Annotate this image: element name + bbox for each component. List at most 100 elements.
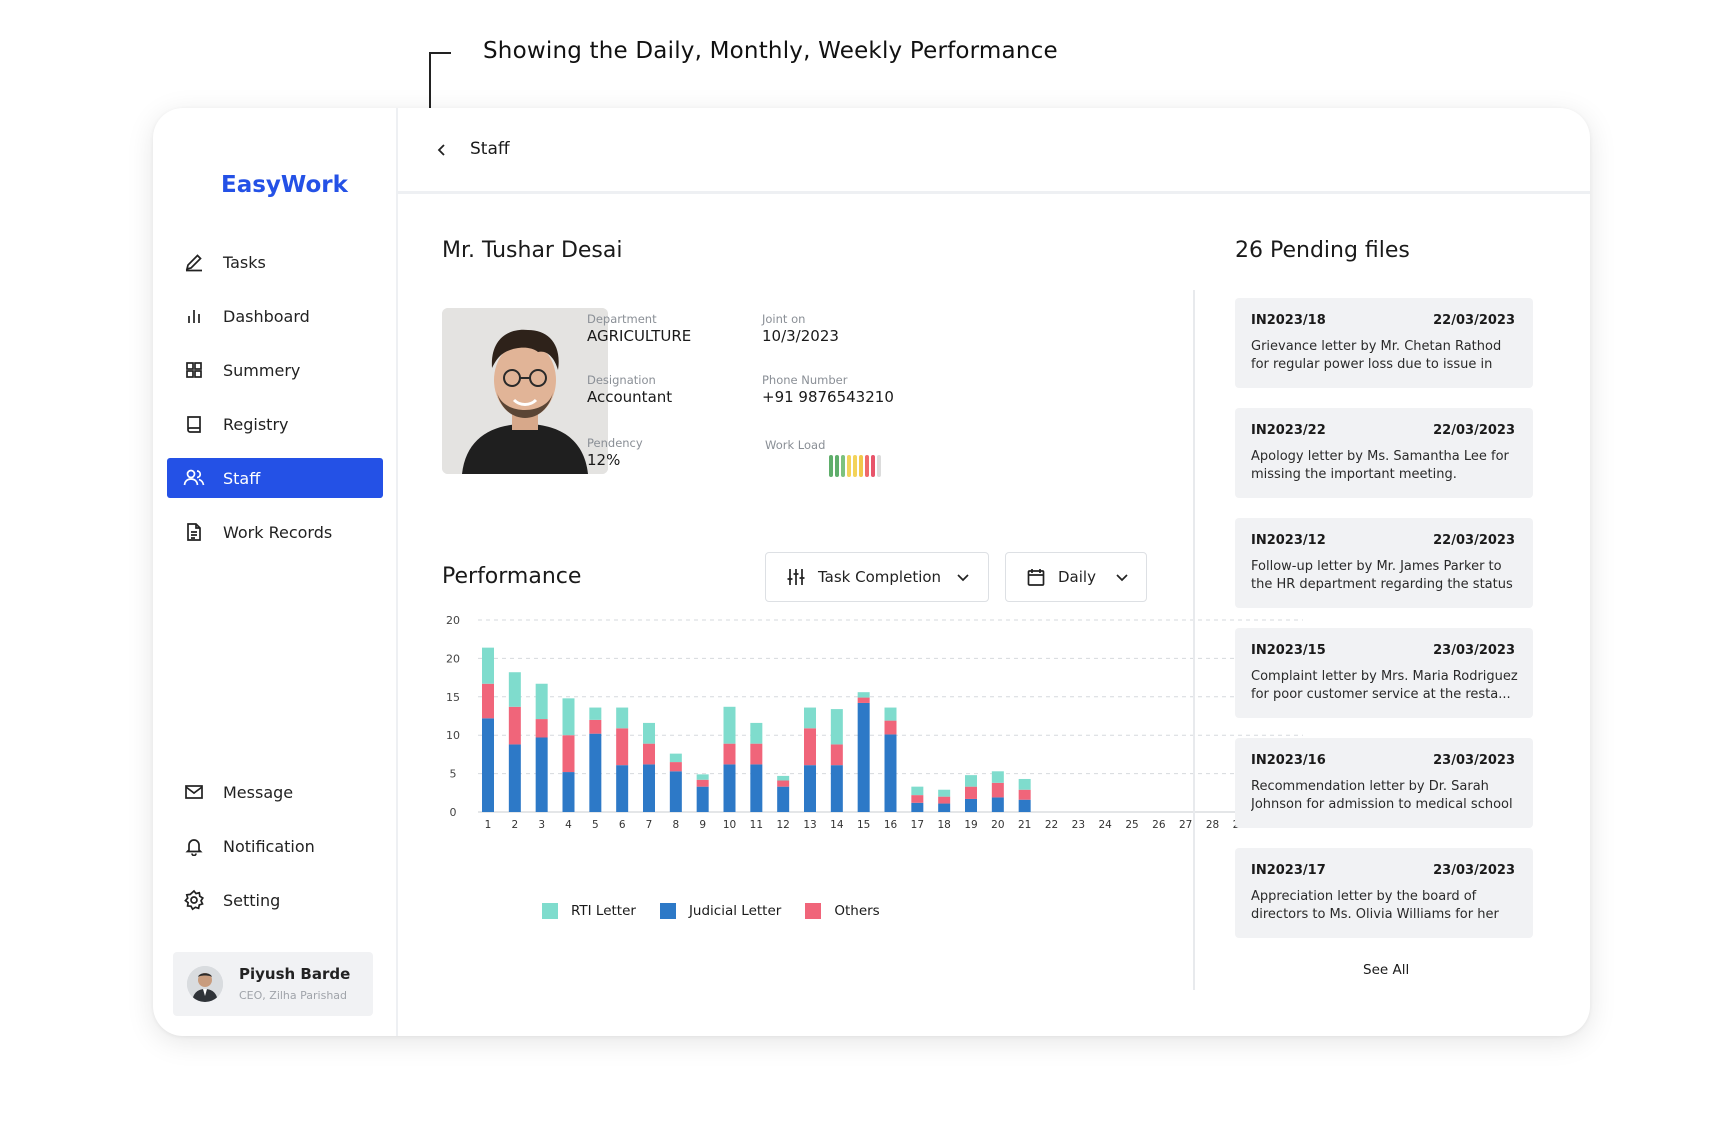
- users-icon: [183, 467, 205, 489]
- bar-segment-rti-letter: [965, 775, 977, 787]
- sidebar-item-staff[interactable]: Staff: [167, 458, 383, 498]
- period-dropdown-value: Daily: [1058, 568, 1096, 586]
- bar-segment-judicial-letter: [750, 764, 763, 812]
- x-tick-label: 27: [1179, 819, 1192, 831]
- bar-segment-judicial-letter: [965, 798, 977, 812]
- bar-segment-rti-letter: [777, 775, 790, 781]
- bar-segment-judicial-letter: [669, 771, 682, 812]
- department-value: AGRICULTURE: [587, 327, 692, 345]
- bar-segment-rti-letter: [482, 647, 494, 684]
- pending-file-card[interactable]: IN2023/17 23/03/2023 Appreciation letter…: [1235, 848, 1533, 938]
- file-description: Recommendation letter by Dr. Sarah Johns…: [1251, 779, 1513, 812]
- x-tick-label: 11: [750, 819, 763, 831]
- bar-segment-judicial-letter: [884, 734, 897, 812]
- legend-item-rti: RTI Letter: [542, 903, 636, 919]
- sidebar-item-registry[interactable]: Registry: [167, 404, 383, 444]
- sidebar-item-label: Dashboard: [223, 306, 310, 326]
- x-tick-label: 13: [803, 819, 816, 831]
- staff-name: Mr. Tushar Desai: [442, 238, 623, 263]
- pending-file-card[interactable]: IN2023/16 23/03/2023 Recommendation lett…: [1235, 738, 1533, 828]
- bar-segment-judicial-letter: [535, 737, 548, 812]
- file-date: 23/03/2023: [1433, 863, 1515, 878]
- app-logo[interactable]: EasyWork: [221, 172, 348, 198]
- sidebar-item-tasks[interactable]: Tasks: [167, 242, 383, 282]
- file-description: Follow-up letter by Mr. James Parker to …: [1251, 559, 1513, 592]
- user-name: Piyush Barde: [239, 965, 351, 983]
- bar-segment-judicial-letter: [508, 744, 521, 812]
- pending-file-card[interactable]: IN2023/22 22/03/2023 Apology letter by M…: [1235, 408, 1533, 498]
- legend-label-judicial: Judicial Letter: [688, 903, 782, 919]
- file-date: 23/03/2023: [1433, 753, 1515, 768]
- workload-segment: [847, 455, 851, 477]
- sidebar-item-label: Staff: [223, 468, 261, 488]
- file-description: Apology letter by Ms. Samantha Lee for m…: [1251, 449, 1509, 482]
- x-tick-label: 23: [1072, 819, 1085, 831]
- grid-icon: [183, 359, 205, 381]
- x-tick-label: 17: [911, 819, 924, 831]
- see-all-link[interactable]: See All: [1363, 962, 1409, 978]
- bar-segment-judicial-letter: [616, 765, 629, 812]
- pendency-value: 12%: [587, 451, 621, 469]
- bar-segment-judicial-letter: [1018, 799, 1031, 812]
- user-profile-card[interactable]: Piyush Barde CEO, Zilha Parishad: [173, 952, 373, 1016]
- bar-segment-judicial-letter: [777, 786, 790, 812]
- bar-segment-others: [965, 786, 977, 799]
- bar-segment-others: [562, 735, 575, 773]
- x-tick-label: 5: [592, 819, 599, 831]
- sidebar-item-label: Work Records: [223, 522, 333, 542]
- x-tick-label: 1: [485, 819, 492, 831]
- bar-segment-others: [723, 743, 736, 765]
- x-tick-label: 6: [619, 819, 626, 831]
- legend-swatch-judicial: [659, 903, 676, 919]
- y-tick-label: 20: [446, 652, 460, 665]
- pending-files-title: 26 Pending files: [1235, 238, 1410, 263]
- sidebar-item-summery[interactable]: Summery: [167, 350, 383, 390]
- x-tick-label: 4: [565, 819, 572, 831]
- workload-segment: [859, 455, 863, 477]
- period-dropdown[interactable]: Daily: [1005, 552, 1147, 602]
- y-tick-label: 10: [446, 729, 460, 742]
- bar-segment-others: [696, 779, 709, 787]
- bar-segment-judicial-letter: [857, 702, 870, 812]
- bar-segment-judicial-letter: [482, 718, 494, 812]
- file-id: IN2023/22: [1251, 423, 1326, 438]
- bell-icon: [183, 835, 205, 857]
- x-tick-label: 3: [538, 819, 545, 831]
- x-tick-label: 21: [1018, 819, 1031, 831]
- phone-label: Phone Number: [762, 373, 848, 387]
- page-title: Staff: [470, 139, 510, 159]
- sidebar-item-dashboard[interactable]: Dashboard: [167, 296, 383, 336]
- staff-photo: [442, 308, 608, 474]
- bar-segment-others: [991, 782, 1004, 798]
- bar-segment-others: [535, 719, 548, 738]
- sidebar-item-setting[interactable]: Setting: [167, 880, 383, 920]
- bar-segment-rti-letter: [643, 722, 655, 744]
- pending-file-card[interactable]: IN2023/15 23/03/2023 Complaint letter by…: [1235, 628, 1533, 718]
- workload-segment: [877, 455, 881, 477]
- bar-segment-rti-letter: [884, 707, 897, 721]
- legend-swatch-rti: [542, 903, 558, 919]
- back-button[interactable]: [432, 140, 452, 160]
- sidebar-item-notification[interactable]: Notification: [167, 826, 383, 866]
- pending-file-card[interactable]: IN2023/18 22/03/2023 Grievance letter by…: [1235, 298, 1533, 388]
- workload-meter: [829, 455, 881, 477]
- bar-segment-judicial-letter: [562, 772, 575, 812]
- y-tick-label: 5: [450, 768, 457, 781]
- bar-segment-others: [1018, 789, 1031, 800]
- bar-segment-others: [830, 744, 843, 766]
- x-tick-label: 28: [1206, 819, 1219, 831]
- sidebar-item-work-records[interactable]: Work Records: [167, 512, 383, 552]
- sidebar-item-message[interactable]: Message: [167, 772, 383, 812]
- x-tick-label: 12: [776, 819, 789, 831]
- bar-segment-others: [804, 728, 816, 766]
- metric-dropdown[interactable]: Task Completion: [765, 552, 989, 602]
- file-description: Grievance letter by Mr. Chetan Rathod fo…: [1251, 339, 1502, 372]
- bar-segment-rti-letter: [1018, 778, 1031, 790]
- pending-file-card[interactable]: IN2023/12 22/03/2023 Follow-up letter by…: [1235, 518, 1533, 608]
- x-tick-label: 24: [1098, 819, 1112, 831]
- file-date: 22/03/2023: [1433, 533, 1515, 548]
- bar-segment-rti-letter: [911, 786, 924, 796]
- file-description: Complaint letter by Mrs. Maria Rodriguez…: [1251, 669, 1518, 702]
- panel-divider: [1193, 290, 1195, 990]
- chevron-down-icon: [955, 569, 971, 585]
